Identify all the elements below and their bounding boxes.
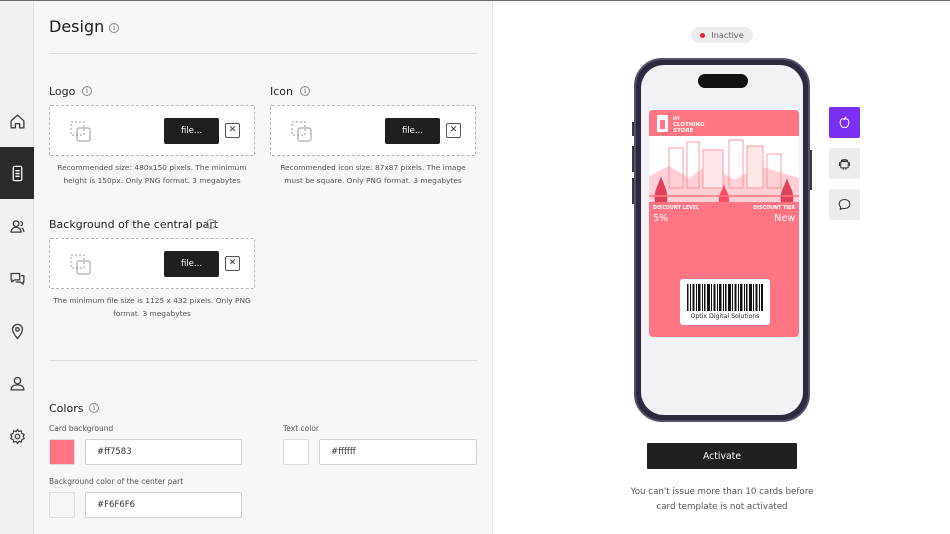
discount-tier-label: DISCOUNT TIER xyxy=(753,206,795,211)
discount-level-label: DISCOUNT LEVEL xyxy=(653,206,700,211)
sidebar-item-settings[interactable] xyxy=(0,410,34,462)
logo-file-button[interactable]: file... xyxy=(164,118,219,144)
status-dot xyxy=(700,32,706,38)
activate-button[interactable]: Activate xyxy=(647,443,797,469)
phone-preview: MY CLOTHING STORE DISCOUNT LEVEL 5% DISC… xyxy=(634,58,810,422)
sidebar-item-locations[interactable] xyxy=(0,305,34,357)
page-title: Design xyxy=(49,17,105,36)
logo-clear-button[interactable]: ✕ xyxy=(225,123,240,138)
icon-file-button[interactable]: file... xyxy=(385,118,440,144)
colors-label: Colors xyxy=(49,402,84,415)
logo-hint: Recommended size: 480x150 pixels. The mi… xyxy=(57,163,247,185)
logo-dropzone[interactable]: file... ✕ xyxy=(49,105,255,156)
image-placeholder-icon xyxy=(70,121,91,142)
center-bg-label: Background color of the center part xyxy=(49,477,184,486)
status-text: Inactive xyxy=(711,30,744,40)
android-icon xyxy=(838,159,851,170)
background-hint: The minimum file size is 1125 x 432 pixe… xyxy=(53,296,251,318)
info-icon[interactable]: i xyxy=(300,86,310,96)
users-icon xyxy=(9,219,25,233)
icon-label: Icon xyxy=(270,85,293,98)
barcode-image xyxy=(687,284,763,311)
sidebar-item-cards[interactable] xyxy=(0,147,34,199)
activation-notice: You can't issue more than 10 cards befor… xyxy=(630,487,814,512)
card-background-swatch[interactable] xyxy=(49,439,75,465)
sidebar-item-home[interactable] xyxy=(0,95,34,147)
card-hero-illustration xyxy=(649,136,799,202)
discount-level-value: 5% xyxy=(653,213,669,224)
icon-dropzone[interactable]: file... ✕ xyxy=(270,105,476,156)
sidebar-item-messages[interactable] xyxy=(0,252,34,304)
profile-icon xyxy=(9,376,25,391)
chat-icon xyxy=(9,272,25,285)
message-icon xyxy=(838,198,851,211)
icon-clear-button[interactable]: ✕ xyxy=(446,123,461,138)
discount-tier-value: New xyxy=(774,213,795,224)
card-brand: MY CLOTHING STORE xyxy=(673,116,705,134)
platform-apple-button[interactable] xyxy=(829,107,860,138)
barcode: Optix Digital Solutions xyxy=(680,279,770,325)
background-clear-button[interactable]: ✕ xyxy=(225,256,240,271)
text-color-label: Text color xyxy=(283,424,320,433)
image-placeholder-icon xyxy=(291,121,312,142)
wallet-card: MY CLOTHING STORE DISCOUNT LEVEL 5% DISC… xyxy=(649,110,799,337)
platform-android-button[interactable] xyxy=(829,148,860,179)
card-logo xyxy=(657,115,668,132)
sidebar xyxy=(0,1,34,534)
phone-side-button xyxy=(810,150,812,190)
settings-icon xyxy=(9,428,25,444)
phone-screen: MY CLOTHING STORE DISCOUNT LEVEL 5% DISC… xyxy=(641,65,803,415)
center-bg-input[interactable]: #F6F6F6 xyxy=(85,492,242,518)
sidebar-item-profile[interactable] xyxy=(0,357,34,409)
background-file-button[interactable]: file... xyxy=(164,251,219,277)
background-label: Background of the central part xyxy=(49,218,219,231)
logo-label: Logo xyxy=(49,85,76,98)
design-panel: Design i Logo i file... ✕ Recommended si… xyxy=(34,1,493,534)
phone-notch xyxy=(698,74,748,88)
info-icon[interactable]: i xyxy=(89,403,99,413)
center-bg-swatch[interactable] xyxy=(49,492,75,518)
barcode-caption: Optix Digital Solutions xyxy=(690,313,760,320)
apple-icon xyxy=(839,116,850,129)
info-icon[interactable]: i xyxy=(109,23,119,33)
location-icon xyxy=(11,323,23,340)
status-badge: Inactive xyxy=(691,27,753,43)
divider xyxy=(49,360,477,361)
background-dropzone[interactable]: file... ✕ xyxy=(49,238,255,289)
card-background-input[interactable]: #ff7583 xyxy=(85,439,242,465)
card-background-label: Card background xyxy=(49,424,114,433)
platform-message-button[interactable] xyxy=(829,189,860,220)
image-placeholder-icon xyxy=(70,254,91,275)
text-color-input[interactable]: #ffffff xyxy=(319,439,477,465)
text-color-swatch[interactable] xyxy=(283,439,309,465)
info-icon[interactable]: i xyxy=(206,219,216,229)
icon-hint: Recommended icon size: 87x87 pixels. The… xyxy=(280,163,466,185)
divider xyxy=(49,53,477,54)
home-icon xyxy=(9,113,25,129)
sidebar-item-users[interactable] xyxy=(0,200,34,252)
phone-card-icon xyxy=(12,165,22,181)
info-icon[interactable]: i xyxy=(82,86,92,96)
